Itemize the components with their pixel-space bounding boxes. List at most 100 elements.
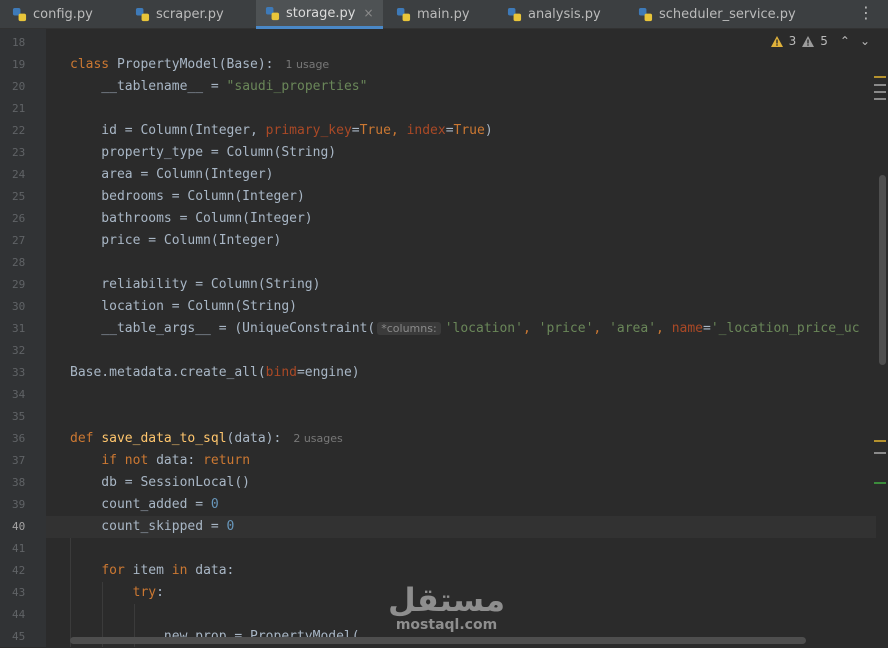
tab-label: analysis.py [528, 7, 601, 22]
python-file-icon [12, 7, 27, 22]
string-literal: '_location_price_uc [710, 321, 860, 336]
code-line-22[interactable]: id = Column(Integer, primary_key=True, i… [70, 120, 492, 142]
more-tabs-menu-icon[interactable]: ⋮ [858, 3, 874, 22]
code-line-26[interactable]: bathrooms = Column(Integer) [70, 208, 312, 230]
tab-analysis[interactable]: analysis.py [507, 0, 627, 29]
python-file-icon [638, 7, 653, 22]
line-number: 28 [12, 256, 26, 269]
code-line-31[interactable]: __table_args__ = (UniqueConstraint(*colu… [70, 318, 860, 340]
keyword: for [101, 563, 125, 578]
parameter-hint: *columns: [377, 322, 441, 335]
horizontal-scrollbar-thumb[interactable] [70, 637, 806, 644]
code-text: id = Column(Integer, [70, 123, 266, 138]
code-text: = [351, 123, 360, 138]
keyword: True [359, 123, 391, 138]
code-text: = [445, 123, 454, 138]
keyword: True [453, 123, 485, 138]
code-line-29[interactable]: reliability = Column(String) [70, 274, 320, 296]
line-number: 35 [12, 410, 26, 423]
keyword-arg: name [671, 321, 704, 336]
keyword-arg: index [406, 123, 446, 138]
code-text: =engine) [296, 365, 360, 380]
change-marker[interactable] [874, 482, 886, 484]
code-line-36[interactable]: def save_data_to_sql(data): 2 usages [70, 428, 343, 450]
code-line-24[interactable]: area = Column(Integer) [70, 164, 273, 186]
next-highlight-icon[interactable]: ⌄ [860, 34, 870, 48]
tab-scraper[interactable]: scraper.py [135, 0, 245, 29]
tab-label: main.py [417, 7, 470, 22]
tab-main[interactable]: main.py [396, 0, 496, 29]
code-text: Base.metadata.create_all( [70, 365, 266, 380]
tab-label: config.py [33, 7, 93, 22]
line-number: 20 [12, 80, 26, 93]
usage-hint[interactable]: 2 usages [293, 432, 342, 445]
line-number: 23 [12, 146, 26, 159]
line-number: 43 [12, 586, 26, 599]
line-number: 26 [12, 212, 26, 225]
code-line-33[interactable]: Base.metadata.create_all(bind=engine) [70, 362, 360, 384]
string-literal: 'location' [444, 321, 523, 336]
keyword: try [132, 585, 157, 600]
tab-config[interactable]: config.py [12, 0, 122, 29]
python-file-icon [135, 7, 150, 22]
watermark-latin: mostaql.com [395, 617, 498, 633]
code-text: : [156, 585, 164, 600]
code-text: data: [187, 563, 235, 578]
code-text: PropertyModel(Base): [109, 57, 274, 72]
code-editor[interactable]: class PropertyModel(Base): 1 usage __tabl… [46, 29, 888, 647]
line-number: 25 [12, 190, 26, 203]
code-text: __tablename__ = [70, 79, 227, 94]
line-number: 34 [12, 388, 26, 401]
code-text: = [703, 321, 711, 336]
tab-label: scraper.py [156, 7, 224, 22]
weak-warning-marker[interactable] [874, 91, 886, 93]
keyword: class [70, 57, 110, 72]
close-icon[interactable]: × [363, 6, 373, 20]
weak-warning-marker[interactable] [874, 98, 886, 100]
code-line-39[interactable]: count_added = 0 [70, 494, 219, 516]
function-name: save_data_to_sql [101, 431, 227, 446]
previous-highlight-icon[interactable]: ⌃ [840, 34, 850, 48]
string-literal: 'area' [609, 321, 657, 336]
line-number: 24 [12, 168, 26, 181]
code-line-19[interactable]: class PropertyModel(Base): 1 usage [70, 54, 329, 76]
code-line-23[interactable]: property_type = Column(String) [70, 142, 336, 164]
watermark-arabic: مستقل [388, 581, 506, 619]
warning-count: 3 [788, 34, 797, 48]
code-line-30[interactable]: location = Column(String) [70, 296, 297, 318]
warning-marker[interactable] [874, 76, 886, 78]
number-literal: 0 [210, 497, 219, 512]
tab-scheduler-service[interactable]: scheduler_service.py [638, 0, 838, 29]
vertical-scrollbar-thumb[interactable] [879, 175, 886, 365]
code-line-37[interactable]: if not data: return [70, 450, 250, 472]
line-number: 22 [12, 124, 26, 137]
code-line-38[interactable]: db = SessionLocal() [70, 472, 250, 494]
weak-warning-marker[interactable] [874, 84, 886, 86]
code-line-25[interactable]: bedrooms = Column(Integer) [70, 186, 305, 208]
code-line-20[interactable]: __tablename__ = "saudi_properties" [70, 76, 367, 98]
tab-storage[interactable]: storage.py × [256, 0, 383, 29]
line-number: 41 [12, 542, 26, 555]
number-literal: 0 [226, 519, 235, 534]
line-number: 31 [12, 322, 26, 335]
code-text: , [522, 321, 539, 336]
weak-warning-count: 5 [820, 34, 828, 48]
watermark: مستقل mostaql.com [388, 583, 505, 633]
warning-marker[interactable] [874, 440, 886, 442]
code-line-40[interactable]: count_skipped = 0 [70, 516, 234, 538]
python-file-icon [507, 7, 522, 22]
code-line-43[interactable]: try: [70, 582, 164, 604]
inspection-widget[interactable]: 3 5 ⌃ ⌄ [770, 34, 870, 48]
line-number: 38 [12, 476, 26, 489]
keyword: in [171, 563, 188, 578]
line-number: 44 [12, 608, 26, 621]
code-text: , [656, 321, 672, 336]
weak-warning-marker[interactable] [874, 452, 886, 454]
code-line-42[interactable]: for item in data: [70, 560, 234, 582]
warning-icon [770, 35, 783, 47]
code-line-27[interactable]: price = Column(Integer) [70, 230, 281, 252]
usage-hint[interactable]: 1 usage [286, 58, 330, 71]
string-literal: 'price' [538, 321, 594, 336]
code-text: (data): [226, 431, 282, 446]
keyword: return [203, 453, 251, 468]
